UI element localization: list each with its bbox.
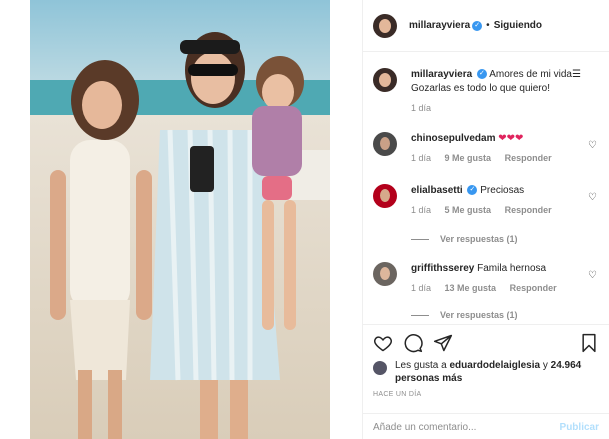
comment-username[interactable]: elialbasetti — [411, 185, 463, 196]
commenter-avatar[interactable] — [373, 184, 397, 208]
comments-list[interactable]: millarayviera ✓ Amores de mi vida☰ Gozar… — [363, 52, 609, 324]
comment-text: Preciosas — [480, 185, 525, 196]
comment-icon[interactable] — [403, 333, 423, 353]
comment-username[interactable]: millarayviera — [411, 69, 472, 80]
heart-icon[interactable] — [373, 333, 393, 353]
verified-badge-icon: ✓ — [472, 20, 483, 31]
view-replies-button[interactable]: Ver respuestas (1) — [411, 310, 518, 320]
comment-meta: 1 día 13 Me gusta Responder — [411, 283, 603, 293]
author-username[interactable]: millarayviera — [409, 20, 470, 31]
reply-button[interactable]: Responder — [505, 205, 552, 215]
separator-dot: • — [486, 20, 490, 31]
bookmark-icon[interactable] — [579, 333, 599, 353]
comment-input[interactable] — [373, 421, 560, 433]
comment-time[interactable]: 1 día — [411, 103, 431, 113]
comment-username[interactable]: griffithsserey — [411, 263, 474, 274]
comment-text: Famila hernosa — [477, 263, 547, 274]
likes-prefix: Les gusta a — [395, 360, 447, 371]
caption-avatar[interactable] — [373, 68, 397, 92]
publish-button[interactable]: Publicar — [560, 422, 599, 433]
comment-time[interactable]: 1 día — [411, 283, 431, 293]
liker-username[interactable]: eduardodelaiglesia — [450, 360, 541, 371]
comment-likes[interactable]: 9 Me gusta — [445, 153, 492, 163]
comment-item: elialbasetti ✓ Preciosas 1 día 5 Me gust… — [373, 184, 603, 215]
comment-like-heart-icon[interactable]: ♡ — [588, 192, 597, 203]
likes-summary: Les gusta a eduardodelaiglesia y 24.964 … — [373, 359, 599, 385]
comment-item: griffithsserey Famila hernosa 1 día 13 M… — [373, 262, 603, 293]
reply-button[interactable]: Responder — [505, 153, 552, 163]
comment-meta: 1 día 9 Me gusta Responder — [411, 153, 603, 163]
verified-badge-icon: ✓ — [476, 69, 487, 80]
view-replies-label: Ver respuestas (1) — [440, 234, 518, 244]
paper-plane-icon[interactable] — [433, 333, 453, 353]
post-side-panel: millarayviera ✓ • Siguiendo millarayvier… — [362, 0, 609, 439]
action-icons-bar — [373, 333, 599, 355]
post-header: millarayviera ✓ • Siguiendo — [363, 0, 609, 52]
view-replies-label: Ver respuestas (1) — [440, 310, 518, 320]
comment-likes[interactable]: 13 Me gusta — [445, 283, 497, 293]
liker-avatar[interactable] — [373, 361, 387, 375]
reply-button[interactable]: Responder — [510, 283, 557, 293]
comment-like-heart-icon[interactable]: ♡ — [588, 270, 597, 281]
follow-status-button[interactable]: Siguiendo — [494, 20, 542, 31]
replies-divider — [411, 238, 429, 240]
verified-badge-icon: ✓ — [467, 185, 478, 196]
replies-divider — [411, 314, 429, 316]
comment-meta: 1 día — [411, 103, 603, 113]
comment-like-heart-icon[interactable]: ♡ — [588, 140, 597, 151]
add-comment-bar: Publicar — [363, 413, 609, 439]
commenter-avatar[interactable] — [373, 132, 397, 156]
comment-time[interactable]: 1 día — [411, 153, 431, 163]
post-actions-section: Les gusta a eduardodelaiglesia y 24.964 … — [363, 324, 609, 439]
likes-joiner: y — [542, 360, 548, 371]
comment-item: chinosepulvedam ❤❤❤ 1 día 9 Me gusta Res… — [373, 132, 603, 163]
post-time-ago[interactable]: HACE UN DÍA — [373, 391, 421, 398]
caption: millarayviera ✓ Amores de mi vida☰ Gozar… — [373, 68, 603, 113]
post-photo[interactable] — [30, 0, 330, 439]
comment-username[interactable]: chinosepulvedam — [411, 133, 495, 144]
view-replies-button[interactable]: Ver respuestas (1) — [411, 234, 518, 244]
comment-text: ❤❤❤ — [498, 133, 524, 144]
comment-meta: 1 día 5 Me gusta Responder — [411, 205, 603, 215]
commenter-avatar[interactable] — [373, 262, 397, 286]
author-avatar[interactable] — [373, 13, 397, 38]
comment-likes[interactable]: 5 Me gusta — [445, 205, 492, 215]
comment-time[interactable]: 1 día — [411, 205, 431, 215]
